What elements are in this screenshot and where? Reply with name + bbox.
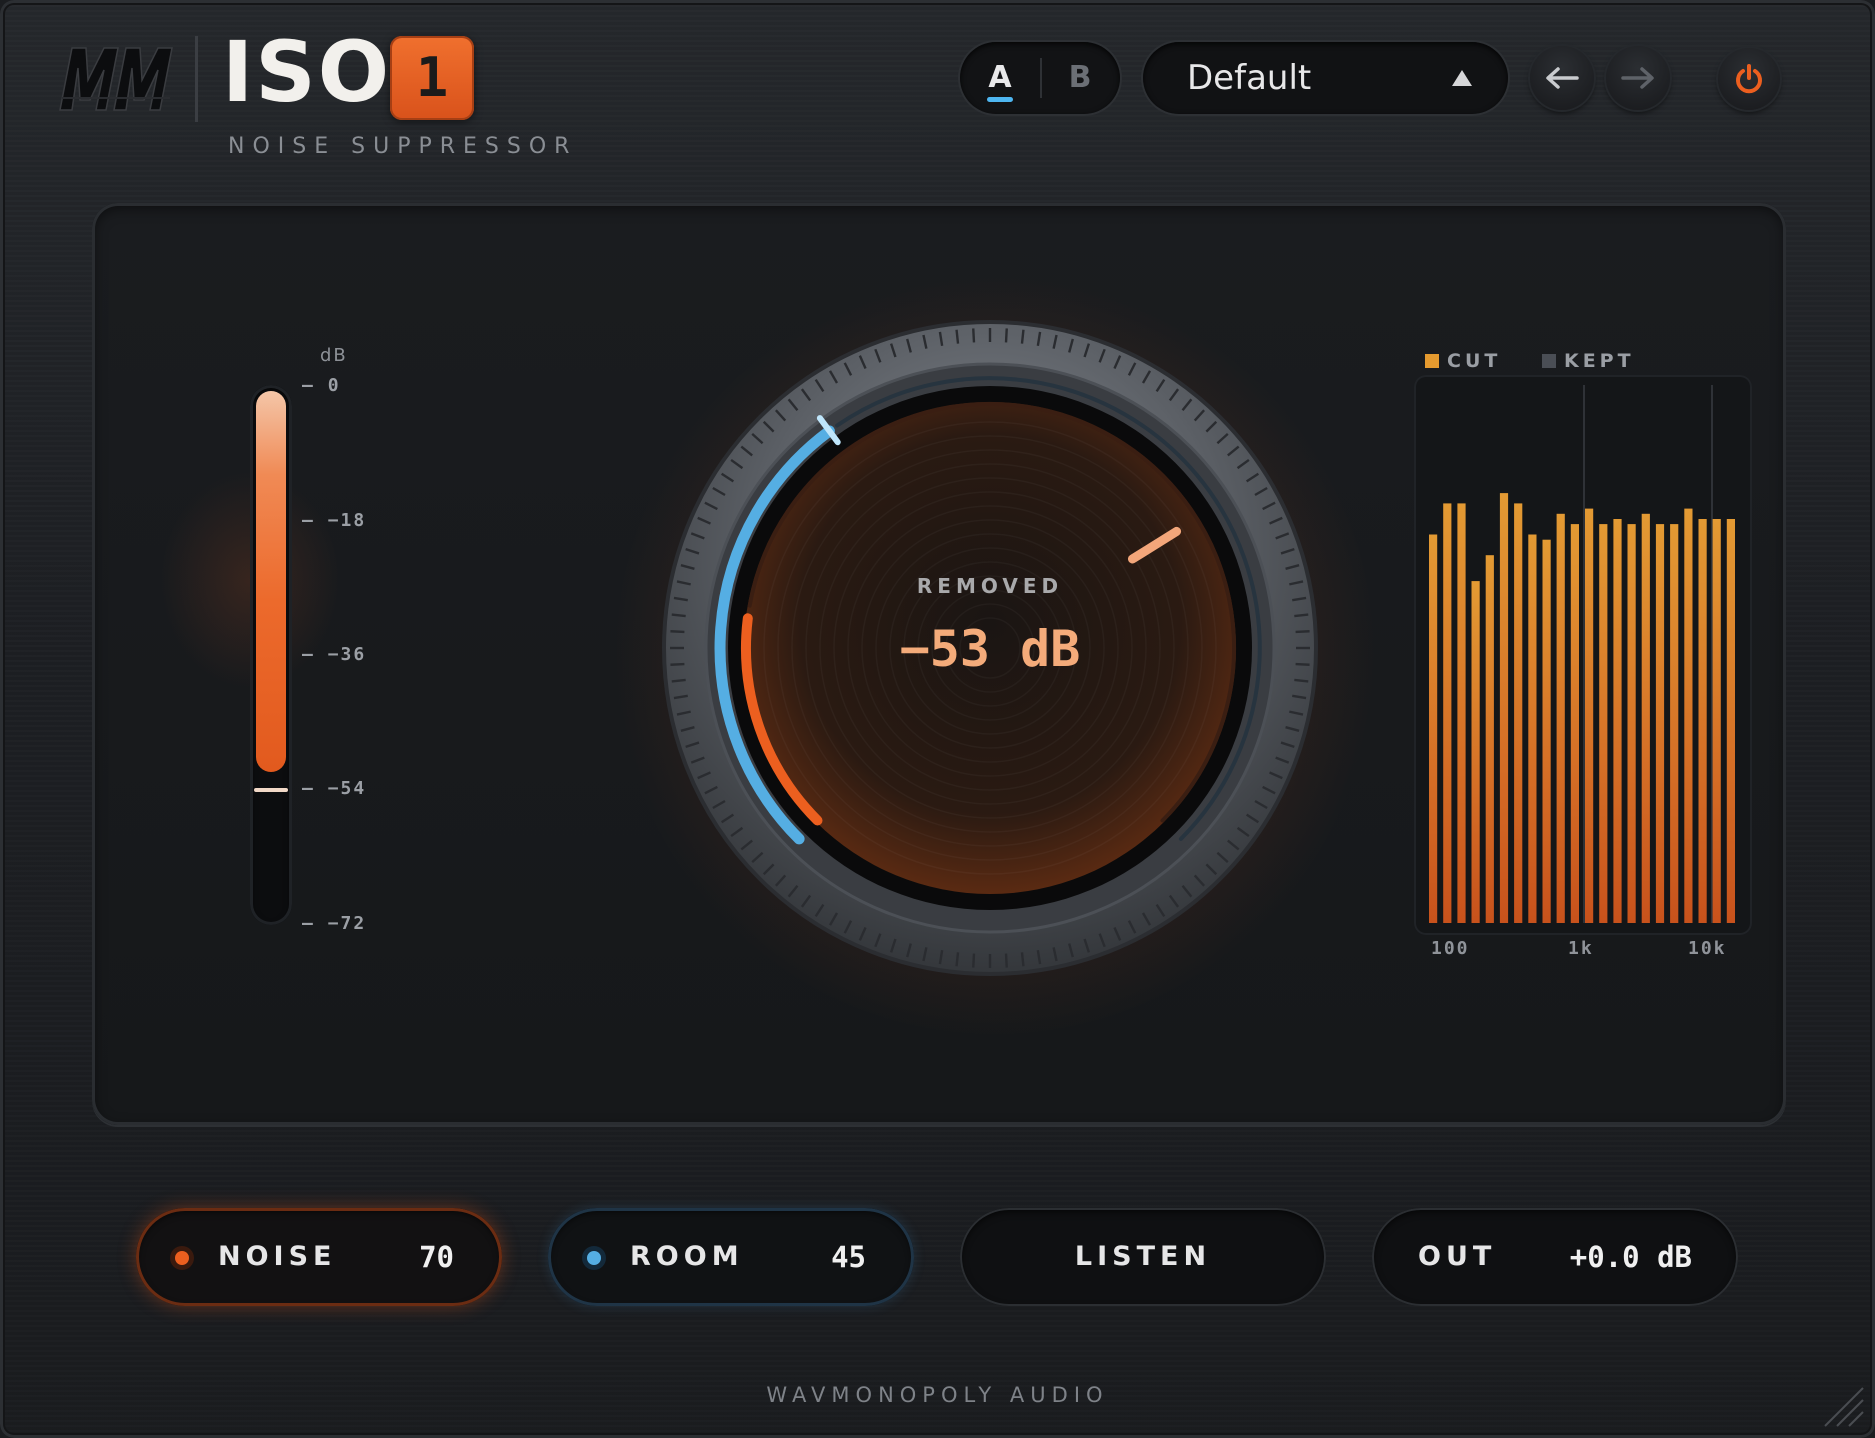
knob-tick <box>671 678 686 683</box>
spectrum-bar <box>1471 581 1480 923</box>
knob-tick <box>1294 678 1309 683</box>
kept-swatch <box>1541 354 1556 368</box>
knob-tick <box>1295 662 1310 666</box>
knob-tick <box>955 952 960 967</box>
knob-tick <box>670 630 685 634</box>
meter-tick-label: – 0 <box>302 375 341 396</box>
spectrum-bar <box>1514 503 1523 923</box>
spectrum-bar <box>1613 519 1622 923</box>
knob-tick <box>670 662 685 666</box>
spectrum-bar <box>1499 493 1509 923</box>
legend-cut: CUT <box>1425 350 1501 372</box>
noise-indicator-dot <box>170 1246 194 1270</box>
spectrum-bar <box>1443 503 1452 923</box>
plugin-window: ISO 1 NOISE SUPPRESSOR A B Default dB – … <box>0 0 1875 1438</box>
legend-kept: KEPT <box>1541 350 1635 372</box>
spectrum-bar <box>1528 534 1537 923</box>
preset-dropdown[interactable]: Default <box>1143 42 1508 114</box>
previous-preset-button[interactable] <box>1530 46 1594 110</box>
out-value: +0.0 dB <box>1569 1240 1692 1274</box>
spectrum-bar <box>1670 524 1679 923</box>
spectrum-bar <box>1556 513 1565 923</box>
knob-tick <box>671 613 686 618</box>
spectrum-bars <box>1429 385 1735 923</box>
knob-tick <box>972 328 976 343</box>
plugin-title: ISO <box>222 23 392 121</box>
listen-button[interactable]: LISTEN <box>960 1208 1326 1306</box>
arrow-right-icon <box>1621 67 1654 89</box>
knob-tick <box>1004 328 1008 343</box>
active-indicator <box>987 97 1013 102</box>
level-meter-fill <box>256 391 286 773</box>
spectrum-bar <box>1684 508 1693 923</box>
knob-tick <box>1004 953 1008 968</box>
preset-b-button[interactable]: B <box>1040 42 1120 114</box>
knob-tick <box>955 329 960 344</box>
knob-tick <box>1294 613 1309 618</box>
arrow-left-icon <box>1546 67 1579 89</box>
version-badge: 1 <box>390 36 474 120</box>
spectrum-bar <box>1698 519 1707 923</box>
spectrum-bar <box>1627 524 1636 923</box>
noise-label: NOISE <box>218 1241 337 1272</box>
power-icon <box>1736 64 1762 94</box>
room-value: 45 <box>831 1240 866 1274</box>
logo-divider <box>195 36 198 122</box>
spectrum-bar <box>1655 524 1665 923</box>
spectrum-bar <box>1457 503 1466 923</box>
spectrum-bar <box>1599 524 1608 923</box>
resize-grip-icon[interactable] <box>1817 1380 1865 1428</box>
freq-label: 100 <box>1431 938 1470 959</box>
ab-compare-toggle: A B <box>960 42 1120 114</box>
spectrum-bar <box>1429 534 1438 923</box>
next-preset-button[interactable] <box>1606 46 1670 110</box>
spectrum-bar <box>1570 524 1579 923</box>
spectrum-bar <box>1712 519 1721 923</box>
brand-footer: WAVMONOPOLY AUDIO <box>766 1383 1109 1407</box>
noise-value: 70 <box>419 1240 454 1274</box>
meter-tick-label: – −36 <box>302 644 367 665</box>
brand-logo <box>59 47 173 111</box>
knob-tick <box>972 953 976 968</box>
out-label: OUT <box>1418 1241 1497 1272</box>
knob-tick <box>1295 630 1310 634</box>
knob-caption: REMOVED <box>916 574 1064 598</box>
meter-tick-label: – −18 <box>302 510 367 531</box>
spectrum-bar <box>1485 555 1494 923</box>
preset-a-button[interactable]: A <box>960 42 1040 114</box>
spectrum-bar <box>1726 519 1735 923</box>
power-button[interactable] <box>1718 48 1780 110</box>
meter-unit-label: dB <box>320 345 348 366</box>
caret-up-icon <box>1452 70 1472 86</box>
output-gain-control[interactable]: OUT +0.0 dB <box>1372 1208 1738 1306</box>
freq-label: 1k <box>1568 938 1594 959</box>
room-control[interactable]: ROOM 45 <box>548 1208 914 1306</box>
spectrum-bar <box>1585 508 1594 923</box>
cut-swatch <box>1425 354 1439 368</box>
room-indicator-dot <box>582 1246 606 1270</box>
spectrum-bar <box>1542 539 1551 923</box>
meter-tick-label: – −54 <box>302 778 367 799</box>
peak-marker <box>254 787 288 792</box>
plugin-subtitle: NOISE SUPPRESSOR <box>228 134 578 159</box>
spectrum-bar <box>1641 513 1650 923</box>
spectrum-legend: CUT KEPT <box>1425 350 1635 372</box>
room-label: ROOM <box>630 1241 744 1272</box>
preset-name: Default <box>1187 58 1312 98</box>
freq-label: 10k <box>1688 938 1727 959</box>
knob-tick <box>1020 952 1025 967</box>
knob-tick <box>1020 329 1025 344</box>
meter-tick-label: – −72 <box>302 913 367 934</box>
listen-label: LISTEN <box>1074 1241 1212 1272</box>
reduction-readout: −53 dB <box>899 620 1081 678</box>
noise-control[interactable]: NOISE 70 <box>136 1208 502 1306</box>
